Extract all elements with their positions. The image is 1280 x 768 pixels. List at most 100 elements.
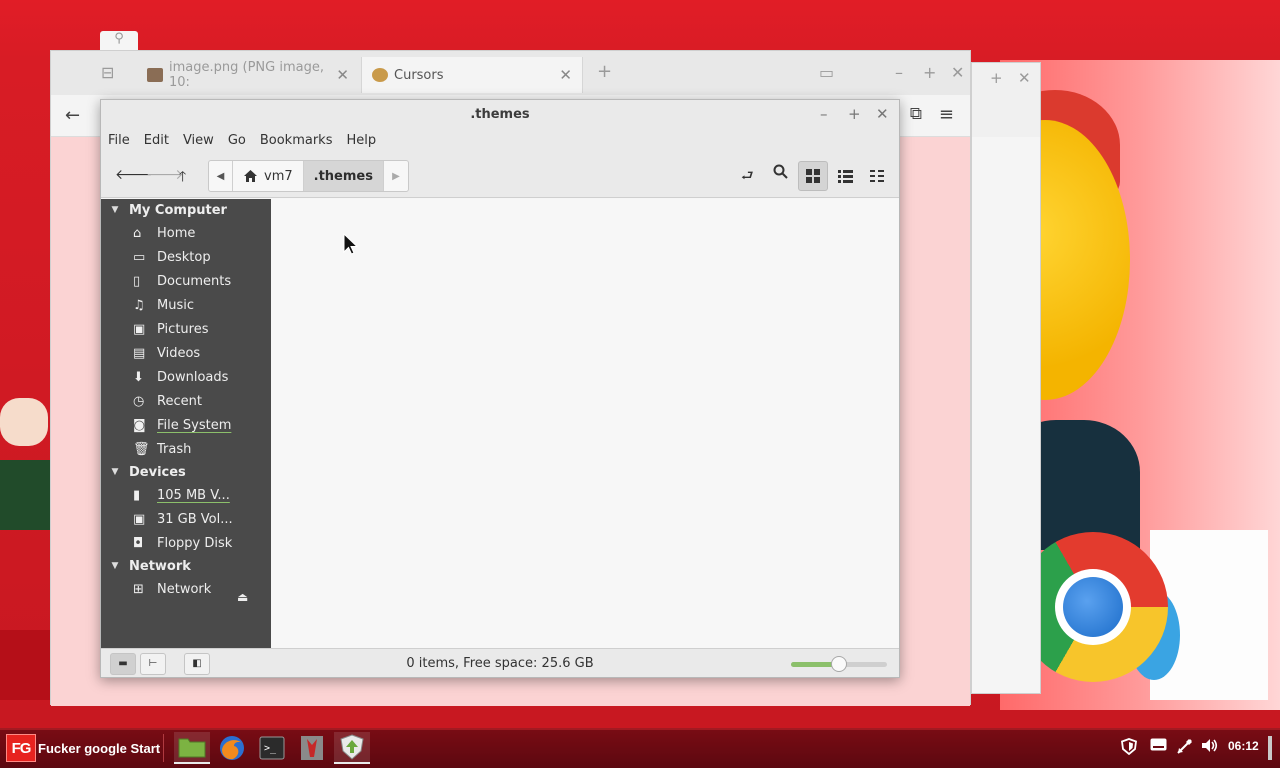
tab-bar: ⊟ image.png (PNG image, 10: ✕ Cursors ✕ … xyxy=(51,51,970,95)
list-icon xyxy=(837,169,853,183)
start-menu-button[interactable]: FG Fucker google Start xyxy=(6,733,160,763)
drive-icon: ◙ xyxy=(133,417,146,433)
taskbar-file-manager[interactable] xyxy=(174,732,210,764)
video-icon: ▤ xyxy=(133,345,146,361)
sidebar-item-trash[interactable]: 🗑 Trash xyxy=(133,438,191,460)
tab-image-png[interactable]: image.png (PNG image, 10: ✕ xyxy=(137,57,359,93)
sidebar-item-network[interactable]: ⊞ Network xyxy=(133,578,211,600)
list-view-button[interactable] xyxy=(830,161,860,191)
svg-text:>_: >_ xyxy=(264,743,277,754)
sidebar-item-desktop[interactable]: ▭ Desktop xyxy=(133,246,211,268)
collapse-triangle-icon: ▼ xyxy=(111,467,119,477)
compact-view-button[interactable] xyxy=(862,161,892,191)
up-icon[interactable]: 🡑 xyxy=(179,166,186,190)
close-icon[interactable]: ✕ xyxy=(876,105,889,123)
section-devices[interactable]: ▼ Devices xyxy=(101,461,186,483)
sidebar-item-usb-volume[interactable]: ▮ 105 MB V... xyxy=(133,484,230,506)
forward-icon[interactable]: 🡒 xyxy=(146,166,184,183)
maximize-icon[interactable]: + xyxy=(990,69,1003,87)
mouse-cursor-icon xyxy=(343,233,359,255)
path-left-arrow-icon[interactable]: ◀ xyxy=(209,161,233,191)
breadcrumb: ◀ vm7 .themes ▶ xyxy=(208,160,409,192)
file-view-area[interactable] xyxy=(271,199,899,648)
clock[interactable]: 06:12 xyxy=(1228,739,1259,753)
taskbar-terminal[interactable]: >_ xyxy=(254,732,290,764)
keyboard-tray-icon[interactable] xyxy=(1150,738,1167,755)
search-icon[interactable] xyxy=(773,164,788,183)
pictures-icon: ▣ xyxy=(133,321,146,337)
hamburger-menu-icon[interactable]: ≡ xyxy=(939,104,954,125)
path-right-arrow-icon[interactable]: ▶ xyxy=(384,161,408,191)
extensions-icon[interactable]: ⧉ xyxy=(910,104,922,124)
eject-icon[interactable]: ⏏ xyxy=(237,590,248,604)
section-network[interactable]: ▼ Network xyxy=(101,555,191,577)
sidebar-item-file-system[interactable]: ◙ File System xyxy=(133,414,231,436)
image-tab-icon xyxy=(147,68,163,82)
menu-bookmarks[interactable]: Bookmarks xyxy=(260,130,333,154)
sidebar-item-documents[interactable]: ▯ Documents xyxy=(133,270,231,292)
music-icon: ♫ xyxy=(133,297,145,313)
close-tab-icon[interactable]: ✕ xyxy=(336,66,349,84)
restore-icon[interactable]: ▭ xyxy=(819,63,834,82)
sidebar-item-floppy[interactable]: ◘ Floppy Disk xyxy=(133,532,232,554)
path-current[interactable]: .themes xyxy=(303,161,384,191)
show-desktop-handle[interactable] xyxy=(1268,736,1272,764)
sidebar-item-recent[interactable]: ◷ Recent xyxy=(133,390,202,412)
firefox-icon xyxy=(220,736,244,760)
close-window-icon[interactable]: ✕ xyxy=(951,63,964,82)
floppy-icon: ◘ xyxy=(133,535,144,551)
volume-tray-icon[interactable] xyxy=(1201,738,1219,757)
desktop-network-icon[interactable]: ⚲ xyxy=(100,31,138,51)
sidebar-item-volume[interactable]: ▣ 31 GB Vol... xyxy=(133,508,233,530)
shield-tray-icon[interactable] xyxy=(1121,738,1137,759)
status-bar: ▬ ⊢ ◧ 0 items, Free space: 25.6 GB xyxy=(101,648,899,677)
grid-icon xyxy=(806,169,820,183)
new-tab-icon[interactable]: + xyxy=(597,61,612,82)
file-manager-toolbar: 🡐 🡒 🡑 ◀ vm7 .themes ▶ ⮐ xyxy=(101,154,899,198)
trash-icon: 🗑 xyxy=(133,441,150,457)
sidebar-item-music[interactable]: ♫ Music xyxy=(133,294,194,316)
maximize-icon[interactable]: + xyxy=(923,63,936,82)
sidebar-item-videos[interactable]: ▤ Videos xyxy=(133,342,200,364)
menu-file[interactable]: File xyxy=(108,130,130,154)
zoom-handle[interactable] xyxy=(831,656,847,672)
section-my-computer[interactable]: ▼ My Computer xyxy=(101,199,227,221)
menu-help[interactable]: Help xyxy=(346,130,376,154)
tab-label: Cursors xyxy=(394,67,444,83)
toggle-location-icon[interactable]: ⮐ xyxy=(741,165,754,189)
folder-icon xyxy=(178,738,206,758)
sidebar-item-home[interactable]: ⌂ Home xyxy=(133,222,195,244)
taskbar-firefox[interactable] xyxy=(214,732,250,764)
menu-edit[interactable]: Edit xyxy=(144,130,169,154)
zoom-slider[interactable] xyxy=(791,656,887,672)
taskbar-update-manager[interactable] xyxy=(334,732,370,764)
menu-go[interactable]: Go xyxy=(228,130,246,154)
minimize-icon[interactable]: – xyxy=(820,105,828,123)
sidebar-item-downloads[interactable]: ⬇ Downloads xyxy=(133,366,228,388)
home-icon xyxy=(244,170,257,182)
sidebar-item-pictures[interactable]: ▣ Pictures xyxy=(133,318,208,340)
taskbar: FG Fucker google Start >_ 06:12 xyxy=(0,728,1280,768)
minimize-icon[interactable]: – xyxy=(895,63,903,82)
maximize-icon[interactable]: + xyxy=(848,105,861,123)
close-icon[interactable]: ✕ xyxy=(1018,69,1031,87)
tab-label: image.png (PNG image, 10: xyxy=(169,60,324,90)
places-sidebar: ▼ My Computer ⌂ Home ▭ Desktop ▯ Documents ♫… xyxy=(101,199,271,648)
document-app-icon xyxy=(301,736,323,760)
menu-view[interactable]: View xyxy=(183,130,214,154)
network-tray-icon[interactable] xyxy=(1176,738,1193,759)
file-manager-window: .themes – + ✕ File Edit View Go Bookmark… xyxy=(100,99,900,678)
close-tab-icon[interactable]: ✕ xyxy=(559,66,572,84)
drive-icon: ▣ xyxy=(133,511,146,527)
path-home[interactable]: vm7 xyxy=(233,161,304,191)
back-arrow-icon[interactable]: ← xyxy=(65,105,80,126)
collapse-triangle-icon: ▼ xyxy=(111,205,119,215)
menu-bar: File Edit View Go Bookmarks Help xyxy=(101,130,899,154)
status-text: 0 items, Free space: 25.6 GB xyxy=(406,656,594,671)
icon-view-button[interactable] xyxy=(798,161,828,191)
tab-cursors[interactable]: Cursors ✕ xyxy=(361,57,583,93)
taskbar-document-app[interactable] xyxy=(294,732,330,764)
desktop-icon: ▭ xyxy=(133,249,146,265)
document-icon: ▯ xyxy=(133,273,141,289)
tab-overview-icon[interactable]: ⊟ xyxy=(101,63,114,82)
